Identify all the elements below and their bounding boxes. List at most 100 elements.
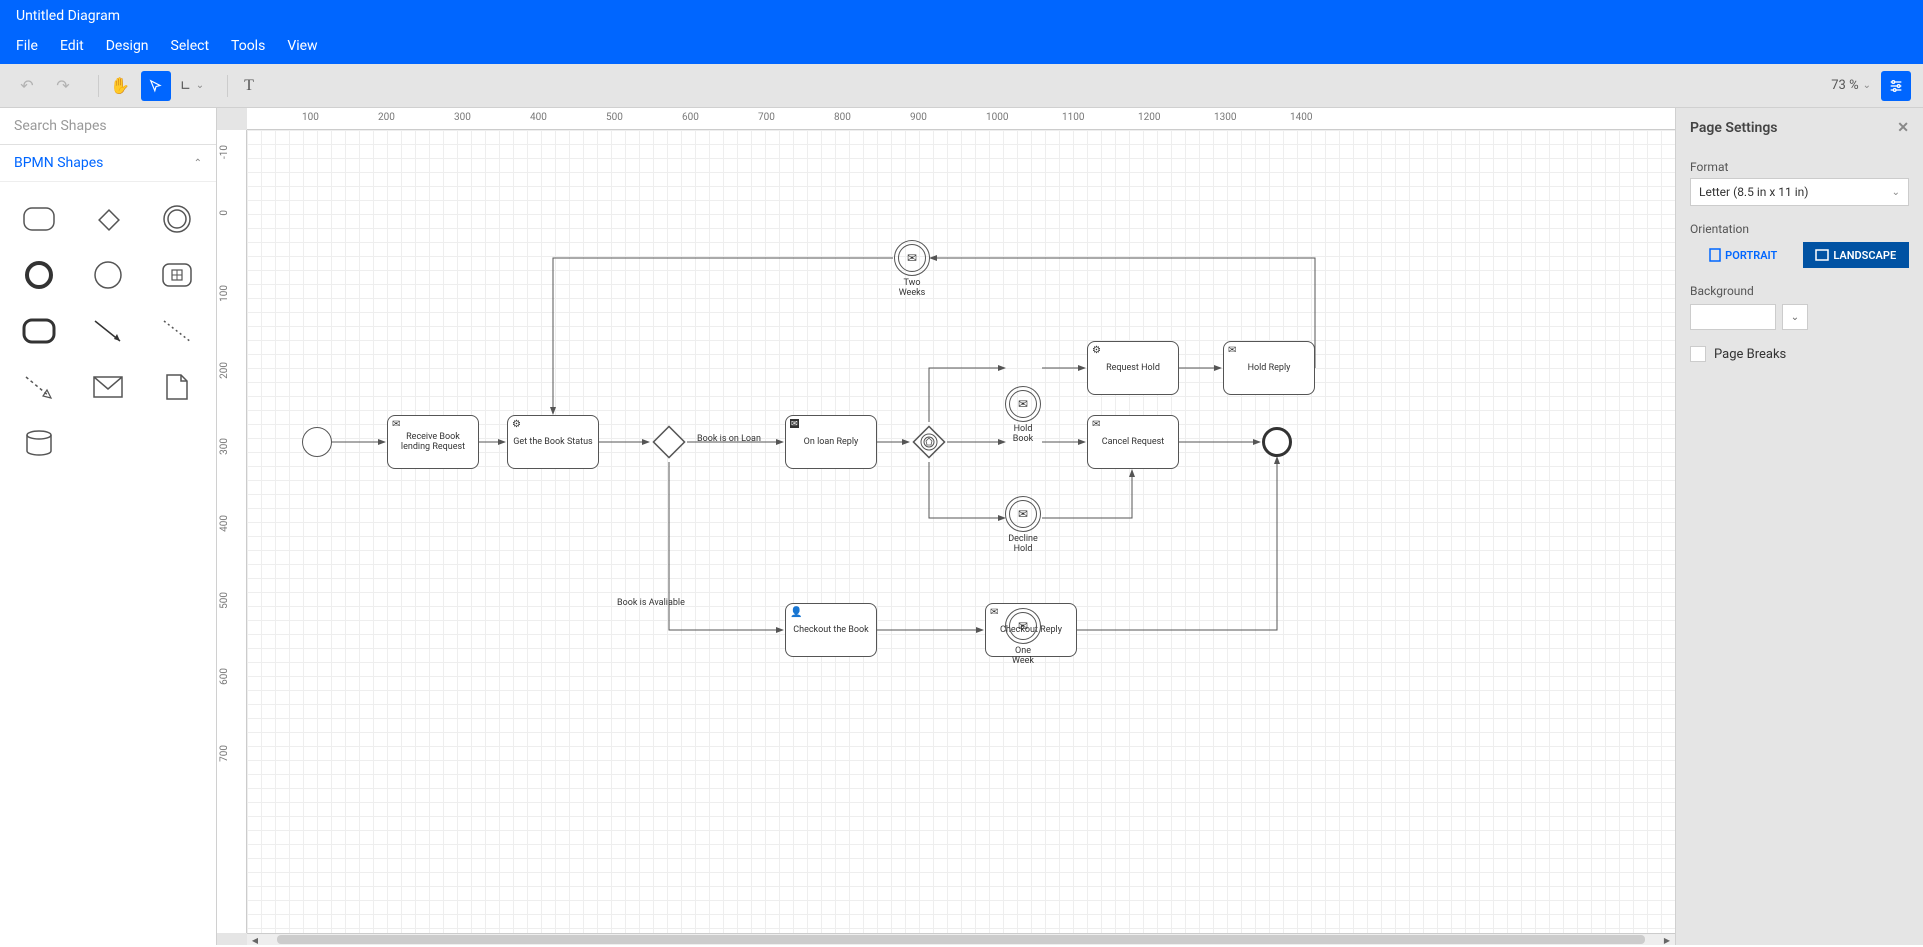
shape-bold-rounded-rect[interactable] (14, 312, 65, 350)
task-receive-book-lending-request[interactable]: ✉Receive Book lending Request (387, 415, 479, 469)
task-label: On loan Reply (804, 437, 859, 447)
shape-circle[interactable] (83, 256, 134, 294)
shape-dashed-arrow[interactable] (14, 368, 65, 406)
vertical-ruler: -100100200300400500600700 (217, 130, 247, 933)
menu-tools[interactable]: Tools (231, 38, 265, 54)
shape-document[interactable] (151, 368, 202, 406)
close-icon[interactable]: ✕ (1897, 120, 1909, 136)
pointer-tool-button[interactable] (141, 71, 171, 101)
background-swatch[interactable] (1690, 304, 1776, 330)
shape-diamond[interactable] (83, 200, 134, 238)
shape-envelope[interactable] (83, 368, 134, 406)
canvas[interactable]: ✉Receive Book lending Request ⚙Get the B… (247, 130, 1675, 933)
user-icon: 👤 (790, 607, 802, 618)
connector-tool-button[interactable]: ⌄ (177, 71, 207, 101)
event-one-week[interactable]: ✉One Week (1005, 608, 1041, 644)
divider (227, 75, 228, 97)
background-dropdown[interactable]: ⌄ (1782, 304, 1808, 330)
shape-arrow[interactable] (83, 312, 134, 350)
landscape-label: LANDSCAPE (1833, 249, 1896, 262)
orientation-portrait-button[interactable]: PORTRAIT (1690, 242, 1797, 268)
envelope-icon: ✉ (1092, 419, 1100, 430)
chevron-up-icon: ⌃ (194, 158, 202, 169)
task-get-book-status[interactable]: ⚙ Get the Book Status (507, 415, 599, 469)
task-request-hold[interactable]: ⚙ Request Hold (1087, 341, 1179, 395)
orientation-landscape-button[interactable]: LANDSCAPE (1803, 242, 1910, 268)
event-end[interactable] (1262, 427, 1292, 457)
menu-bar: File Edit Design Select Tools View (0, 32, 1923, 64)
task-label: Checkout the Book (793, 625, 868, 635)
page-breaks-label: Page Breaks (1714, 347, 1786, 362)
settings-panel-button[interactable] (1881, 71, 1911, 101)
shape-grid-rect[interactable] (151, 256, 202, 294)
task-label: Hold Reply (1248, 363, 1291, 373)
page-breaks-checkbox[interactable] (1690, 346, 1706, 362)
search-input[interactable]: Search Shapes (0, 108, 216, 145)
task-label: Cancel Request (1102, 437, 1164, 447)
event-start[interactable] (302, 427, 332, 457)
text-tool-button[interactable]: T (234, 71, 264, 101)
event-label: Hold Book (1013, 424, 1033, 444)
envelope-icon: ✉ (790, 419, 799, 428)
divider (98, 75, 99, 97)
shape-cylinder[interactable] (14, 424, 65, 462)
properties-panel: Page Settings ✕ Format Letter (8.5 in x … (1675, 108, 1923, 945)
orientation-label: Orientation (1690, 216, 1909, 240)
event-label: Decline Hold (1008, 534, 1038, 554)
event-decline-hold[interactable]: ✉Decline Hold (1005, 496, 1041, 532)
document-title: Untitled Diagram (0, 0, 1923, 32)
task-label: Request Hold (1106, 363, 1160, 373)
scroll-left-arrow[interactable]: ◀ (249, 934, 261, 945)
menu-file[interactable]: File (16, 38, 38, 54)
background-label: Background (1690, 278, 1909, 302)
task-checkout-book[interactable]: 👤 Checkout the Book (785, 603, 877, 657)
gear-icon: ⚙ (512, 419, 521, 430)
canvas-container: 1002003004005006007008009001000110012001… (217, 108, 1675, 945)
task-label: Receive Book lending Request (392, 432, 474, 452)
shapes-grid (0, 182, 216, 480)
event-label: One Week (1012, 646, 1034, 666)
shape-thick-circle[interactable] (14, 256, 65, 294)
undo-button[interactable]: ↶ (12, 71, 42, 101)
horizontal-ruler: 1002003004005006007008009001000110012001… (247, 108, 1675, 130)
scroll-right-arrow[interactable]: ▶ (1661, 934, 1673, 945)
shape-dotted-line[interactable] (151, 312, 202, 350)
task-hold-reply[interactable]: ✉ Hold Reply (1223, 341, 1315, 395)
shape-double-circle[interactable] (151, 200, 202, 238)
shape-rounded-rect[interactable] (14, 200, 65, 238)
edges (247, 130, 1547, 830)
event-two-weeks[interactable]: ✉Two Weeks (894, 240, 930, 276)
task-on-loan-reply[interactable]: ✉ On loan Reply (785, 415, 877, 469)
event-hold-book[interactable]: ✉Hold Book (1005, 386, 1041, 422)
format-select[interactable]: Letter (8.5 in x 11 in)⌄ (1690, 178, 1909, 206)
edge-label-available: Book is Avaliable (617, 598, 685, 608)
zoom-value: 73 % (1831, 78, 1858, 93)
menu-edit[interactable]: Edit (60, 38, 84, 54)
format-value: Letter (8.5 in x 11 in) (1699, 185, 1808, 199)
toolbar: ↶ ↷ ✋ ⌄ T 73 %⌄ (0, 64, 1923, 108)
scroll-thumb[interactable] (277, 935, 1645, 944)
task-cancel-request[interactable]: ✉Cancel Request (1087, 415, 1179, 469)
envelope-icon: ✉ (1228, 345, 1236, 356)
gear-icon: ⚙ (1092, 345, 1101, 356)
menu-design[interactable]: Design (106, 38, 149, 54)
task-label: Get the Book Status (513, 437, 592, 447)
envelope-icon: ✉ (990, 607, 998, 618)
shapes-section-label: BPMN Shapes (14, 155, 103, 171)
edge-label-on-loan: Book is on Loan (697, 434, 761, 444)
menu-view[interactable]: View (287, 38, 317, 54)
gateway-event-based[interactable] (911, 424, 947, 460)
portrait-label: PORTRAIT (1725, 249, 1777, 262)
menu-select[interactable]: Select (171, 38, 209, 54)
horizontal-scrollbar[interactable]: ◀ ▶ (247, 933, 1675, 945)
shapes-section-header[interactable]: BPMN Shapes ⌃ (0, 145, 216, 182)
pan-tool-button[interactable]: ✋ (105, 71, 135, 101)
page-breaks-row[interactable]: Page Breaks (1690, 342, 1909, 366)
event-label: Two Weeks (899, 278, 926, 298)
header: Untitled Diagram File Edit Design Select… (0, 0, 1923, 64)
shapes-panel: Search Shapes BPMN Shapes ⌃ (0, 108, 217, 945)
redo-button[interactable]: ↷ (48, 71, 78, 101)
format-label: Format (1690, 154, 1909, 178)
zoom-indicator[interactable]: 73 %⌄ (1831, 78, 1871, 93)
gateway-exclusive[interactable] (651, 424, 687, 460)
